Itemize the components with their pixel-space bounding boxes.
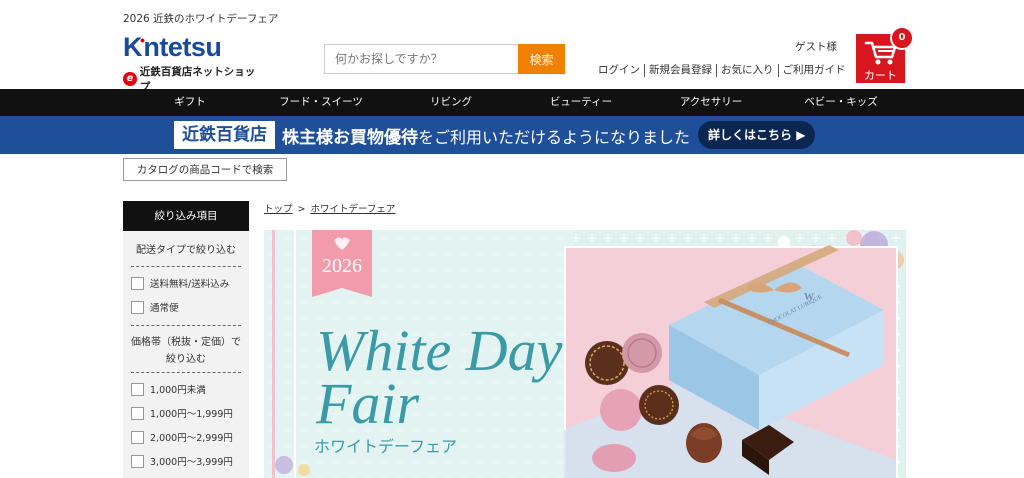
hero-year: 2026 — [322, 255, 362, 277]
logo-e-mark: e — [123, 72, 137, 86]
banner-store-label: 近鉄百貨店 — [174, 121, 275, 149]
breadcrumb-current[interactable]: ホワイトデーフェア — [310, 204, 395, 215]
filter-sidebar: 絞り込み項目 配送タイプで絞り込む 送料無料/送料込み 通常便 価格帯（税抜・定… — [123, 201, 249, 478]
hero-banner[interactable]: W CHOCOLAT LURIQUE 2026 White Day Fair ホ… — [264, 230, 906, 478]
search-form: 検索 — [324, 44, 565, 74]
cart-label: カート — [864, 69, 897, 82]
banner-bold-text: 株主様お買物優待 — [282, 127, 418, 148]
triangle-right-icon: ▶ — [792, 128, 806, 142]
search-button[interactable]: 検索 — [518, 44, 565, 74]
checkbox[interactable] — [131, 300, 144, 314]
hero-title-line2: Fair — [315, 371, 420, 436]
nav-living[interactable]: リビング — [386, 89, 516, 116]
breadcrumb-top-link[interactable]: トップ — [264, 204, 293, 215]
site-tagline: 2026 近鉄のホワイトデーフェア — [123, 13, 279, 25]
main-nav: ギフト フード・スイーツ リビング ビューティー アクセサリー ベビー・キッズ — [0, 89, 1024, 116]
filter-option[interactable]: 3,000円～3,999円 — [131, 453, 249, 469]
banner-details-button[interactable]: 詳しくはこちら ▶ — [698, 121, 816, 149]
logo-wordmark: K • ntetsu — [123, 32, 222, 62]
favorites-link[interactable]: お気に入り — [716, 64, 778, 77]
filter-option[interactable]: 送料無料/送料込み — [131, 275, 249, 291]
nav-gift[interactable]: ギフト — [124, 89, 256, 116]
checkbox[interactable] — [131, 406, 144, 420]
checkbox[interactable] — [131, 430, 144, 444]
checkbox[interactable] — [131, 382, 144, 396]
checkbox[interactable] — [131, 454, 144, 468]
filter-option[interactable]: 2,000円～2,999円 — [131, 429, 249, 445]
user-links: ログイン 新規会員登録 お気に入り ご利用ガイド — [598, 64, 850, 77]
page: 2026 近鉄のホワイトデーフェア K • ntetsu e 近鉄百貨店ネットショッ… — [0, 0, 1024, 478]
nav-beauty[interactable]: ビューティー — [516, 89, 646, 116]
hero-illustration: W CHOCOLAT LURIQUE 2026 White Day Fair ホ… — [264, 230, 906, 478]
checkbox[interactable] — [131, 276, 144, 290]
cart-count-badge: 0 — [890, 26, 914, 50]
price-filter-heading: 価格帯（税抜・定価）で絞り込む — [131, 337, 241, 365]
nav-food-sweets[interactable]: フード・スイーツ — [256, 89, 386, 116]
filter-option[interactable]: 1,000円未満 — [131, 381, 249, 397]
filter-title: 絞り込み項目 — [123, 201, 249, 231]
guide-link[interactable]: ご利用ガイド — [777, 64, 850, 77]
guest-label: ゲスト様 — [795, 41, 837, 53]
login-link[interactable]: ログイン — [598, 64, 644, 77]
hero-subtitle: ホワイトデーフェア — [314, 437, 457, 456]
catalog-code-search-button[interactable]: カタログの商品コードで検索 — [123, 158, 287, 181]
search-input[interactable] — [324, 44, 518, 74]
filter-option[interactable]: 通常便 — [131, 299, 249, 315]
breadcrumb: トップ > ホワイトデーフェア — [264, 204, 396, 215]
nav-baby-kids[interactable]: ベビー・キッズ — [776, 89, 906, 116]
delivery-filter-heading: 配送タイプで絞り込む — [136, 245, 236, 256]
site-logo[interactable]: K • ntetsu e 近鉄百貨店ネットショップ — [123, 32, 263, 93]
shareholder-banner[interactable]: 近鉄百貨店 株主様お買物優待をご利用いただけるようになりました 詳しくはこちら … — [0, 116, 1024, 154]
filter-option[interactable]: 1,000円～1,999円 — [131, 405, 249, 421]
banner-text: をご利用いただけるようになりました — [418, 127, 691, 147]
nav-accessory[interactable]: アクセサリー — [646, 89, 776, 116]
register-link[interactable]: 新規会員登録 — [644, 64, 716, 77]
